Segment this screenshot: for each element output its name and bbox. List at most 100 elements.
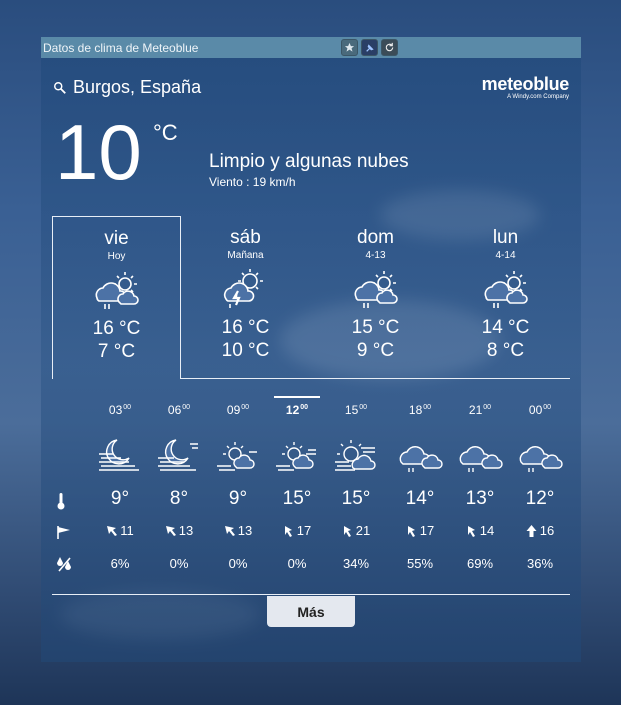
- wind-speed: 17: [296, 523, 312, 538]
- weather-panel: Burgos, España meteoblue A Windy.com Com…: [41, 58, 581, 662]
- minute-value: 00: [241, 404, 250, 411]
- wind-arrow-icon: [165, 525, 176, 536]
- hour-temp: 8°: [169, 488, 189, 509]
- hour-value: 06: [167, 403, 182, 417]
- hour-wind: 17: [390, 523, 450, 538]
- location-name: Burgos, España: [73, 77, 202, 97]
- hour-precip: 0%: [228, 556, 248, 571]
- pin-button[interactable]: [361, 39, 378, 56]
- wind-speed: 21: [355, 523, 371, 538]
- hour-wind: 13: [149, 523, 209, 538]
- day-low: 7 °C: [97, 341, 136, 362]
- hour-wind: 17: [267, 523, 327, 538]
- wind-arrow-icon: [224, 525, 235, 536]
- favorite-button[interactable]: [341, 39, 358, 56]
- hour-label[interactable]: 0600: [149, 403, 209, 417]
- hour-label[interactable]: 0000: [510, 403, 570, 417]
- sun-cloud-wind-icon: [335, 440, 376, 471]
- minute-value: 00: [359, 404, 368, 411]
- day-card-lun[interactable]: lun 4-14 14 °C 8 °C: [441, 216, 570, 379]
- hour-temp: 12°: [525, 488, 555, 509]
- hour-value: 12: [285, 403, 300, 417]
- cloud-rain-icon: [519, 446, 563, 472]
- hour-temp: 13°: [465, 488, 495, 509]
- wind-speed: 13: [178, 523, 194, 538]
- minute-value: 00: [182, 404, 191, 411]
- moon-cloud-wind-icon: [99, 439, 139, 471]
- hour-value: 21: [468, 403, 483, 417]
- hourly-time-row: 0300 0600 0900 1200 1500 1800 2100 0000: [52, 396, 570, 433]
- day-subtitle: 4-13: [365, 250, 386, 261]
- widget-titlebar: Datos de clima de Meteoblue: [41, 37, 581, 58]
- refresh-button[interactable]: [381, 39, 398, 56]
- hour-precip: 6%: [110, 556, 130, 571]
- wind-arrow-icon: [407, 525, 415, 537]
- hour-value: 15: [344, 403, 359, 417]
- hour-label[interactable]: 1800: [390, 403, 450, 417]
- day-name: dom: [357, 227, 394, 248]
- hour-wind: 16: [510, 523, 570, 538]
- temperature-unit: °C: [153, 120, 178, 145]
- search-icon: [54, 81, 66, 94]
- hour-label[interactable]: 2100: [450, 403, 510, 417]
- minute-value: 00: [423, 404, 432, 411]
- hour-temp: 15°: [341, 488, 371, 509]
- hour-precip: 0%: [287, 556, 307, 571]
- hour-precip: 69%: [466, 556, 494, 571]
- day-name: vie: [104, 228, 129, 249]
- hourly-precip-row: 6% 0% 0% 0% 34% 55% 69% 36%: [52, 556, 570, 586]
- hour-value: 03: [108, 403, 123, 417]
- wind-flag-icon: [57, 526, 70, 539]
- day-subtitle: Hoy: [107, 251, 126, 262]
- wind-speed: 17: [419, 523, 435, 538]
- minute-value: 00: [543, 404, 552, 411]
- hour-label-current[interactable]: 1200: [267, 396, 327, 417]
- hour-precip: 34%: [342, 556, 370, 571]
- hourly-wind-row: 11 13 13 17 21 17 14 16: [52, 523, 570, 553]
- hour-wind: 21: [326, 523, 386, 538]
- hour-value: 09: [226, 403, 241, 417]
- partly-cloudy-rain-icon: [95, 272, 139, 309]
- day-low: 9 °C: [356, 340, 395, 361]
- wind-arrow-icon: [343, 525, 351, 537]
- location-search[interactable]: Burgos, España: [53, 77, 201, 98]
- precipitation-icon: [57, 557, 71, 572]
- partly-cloudy-rain-icon: [354, 271, 398, 308]
- day-low: 10 °C: [221, 340, 270, 361]
- widget-title: Datos de clima de Meteoblue: [43, 40, 199, 55]
- wind-arrow-icon: [284, 525, 292, 537]
- cloud-rain-icon: [459, 446, 503, 472]
- hour-label[interactable]: 0300: [90, 403, 150, 417]
- current-hour-indicator: [274, 396, 320, 398]
- current-condition: Limpio y algunas nubes: [209, 151, 409, 172]
- wind-speed: 11: [120, 523, 134, 538]
- hour-precip: 55%: [406, 556, 434, 571]
- divider: [52, 594, 570, 595]
- hour-value: 18: [408, 403, 423, 417]
- day-high: 14 °C: [481, 317, 530, 338]
- hour-precip: 36%: [526, 556, 554, 571]
- day-card-vie[interactable]: vie Hoy 16 °C 7 °C: [52, 216, 181, 379]
- day-low: 8 °C: [486, 340, 525, 361]
- wind-arrow-icon: [107, 525, 118, 536]
- day-card-dom[interactable]: dom 4-13 15 °C 9 °C: [311, 216, 440, 379]
- hour-label[interactable]: 1500: [326, 403, 386, 417]
- hour-precip: 0%: [169, 556, 189, 571]
- day-high: 15 °C: [351, 317, 400, 338]
- star-icon: [344, 42, 355, 52]
- hour-label[interactable]: 0900: [208, 403, 268, 417]
- brand-logo[interactable]: meteoblue A Windy.com Company: [482, 74, 570, 100]
- wind-speed: 14: [479, 523, 495, 538]
- hour-temp: 9°: [228, 488, 248, 509]
- hour-value: 00: [528, 403, 543, 417]
- current-temperature: 10: [55, 108, 142, 196]
- hour-wind: 14: [450, 523, 510, 538]
- hourly-icon-row: [52, 436, 570, 478]
- daily-forecast: vie Hoy 16 °C 7 °C sáb Mañana 16 °C 10 °…: [52, 216, 570, 379]
- hour-wind: 13: [208, 523, 268, 538]
- day-card-sab[interactable]: sáb Mañana 16 °C 10 °C: [181, 216, 310, 379]
- hour-temp: 9°: [110, 488, 130, 509]
- hour-wind: 11: [90, 523, 150, 538]
- wind-arrow-icon: [467, 525, 475, 537]
- more-button[interactable]: Más: [267, 596, 355, 627]
